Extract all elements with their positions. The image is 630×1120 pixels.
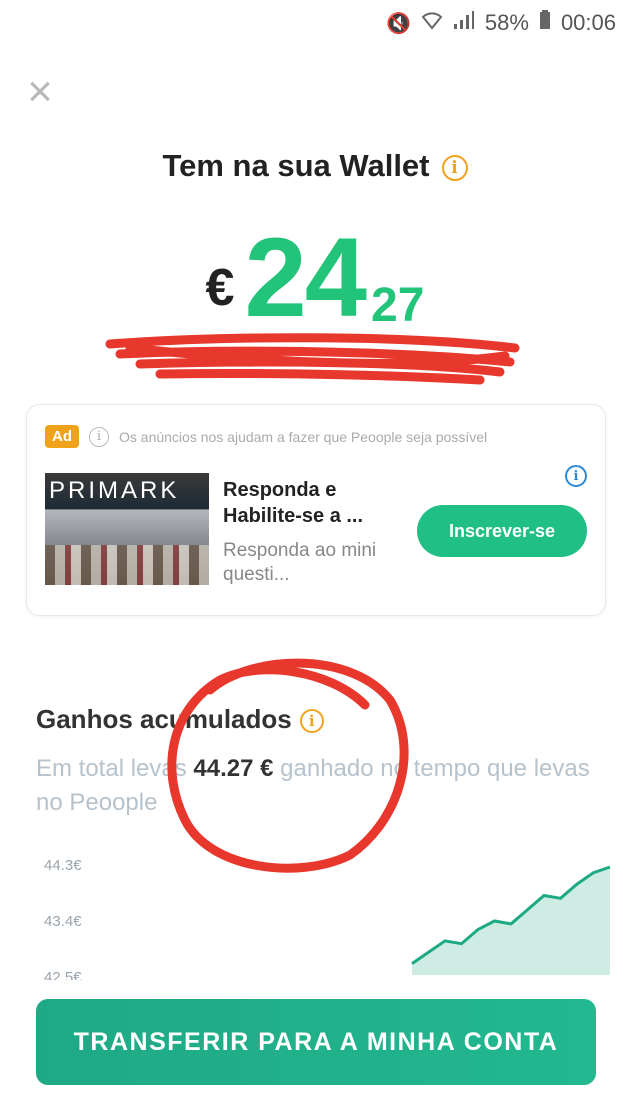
mute-icon: 🔇	[385, 12, 411, 35]
info-icon[interactable]: i	[89, 426, 109, 447]
red-scribble-annotation	[105, 333, 520, 385]
ad-choices-info-icon[interactable]: i	[565, 465, 587, 487]
ad-badge: Ad	[45, 425, 79, 448]
y-tick-label: 42.5€	[44, 969, 82, 980]
ad-description: Responda ao mini questi...	[223, 540, 377, 585]
ad-image-shelves	[45, 545, 209, 585]
transfer-button[interactable]: TRANSFERIR PARA A MINHA CONTA	[36, 999, 596, 1085]
info-icon[interactable]: i	[441, 154, 468, 181]
clock: 00:06	[560, 10, 616, 35]
wifi-icon	[421, 10, 443, 36]
earnings-amount: 44.27 €	[193, 755, 274, 782]
earnings-title-text: Ganhos acumulados	[36, 704, 292, 734]
earnings-desc-before: Em total levas	[36, 755, 194, 782]
info-icon[interactable]: i	[299, 709, 324, 734]
close-icon[interactable]: ×	[22, 70, 58, 114]
balance-currency: €	[205, 259, 235, 317]
ad-title[interactable]: Responda e Habilite-se a ...	[223, 477, 413, 529]
ad-header: Ad i Os anúncios nos ajudam a fazer que …	[45, 425, 487, 448]
wallet-title-text: Tem na sua Wallet	[162, 148, 430, 183]
earnings-title: Ganhos acumulados i	[36, 704, 324, 735]
battery-icon	[539, 10, 551, 36]
earnings-chart: 44.3€ 43.4€ 42.5€	[44, 857, 611, 980]
ad-image-sign: PRIMARK	[49, 477, 180, 504]
ad-image[interactable]: PRIMARK	[45, 473, 209, 585]
battery-percent: 58%	[484, 10, 529, 35]
ad-subscribe-button[interactable]: Inscrever-se	[417, 505, 587, 557]
ad-note: Os anúncios nos ajudam a fazer que Peoop…	[119, 428, 488, 445]
signal-icon	[453, 10, 475, 36]
ad-card[interactable]: Ad i Os anúncios nos ajudam a fazer que …	[26, 404, 606, 616]
y-tick-label: 43.4€	[44, 913, 82, 930]
y-tick-label: 44.3€	[44, 857, 82, 874]
status-bar: 🔇 58% 00:06	[0, 0, 630, 46]
wallet-title: Tem na sua Wallet i	[0, 148, 630, 184]
earnings-description: Em total levas 44.27 € ganhado no tempo …	[36, 752, 596, 819]
bottom-bar: TRANSFERIR PARA A MINHA CONTA	[0, 985, 630, 1120]
